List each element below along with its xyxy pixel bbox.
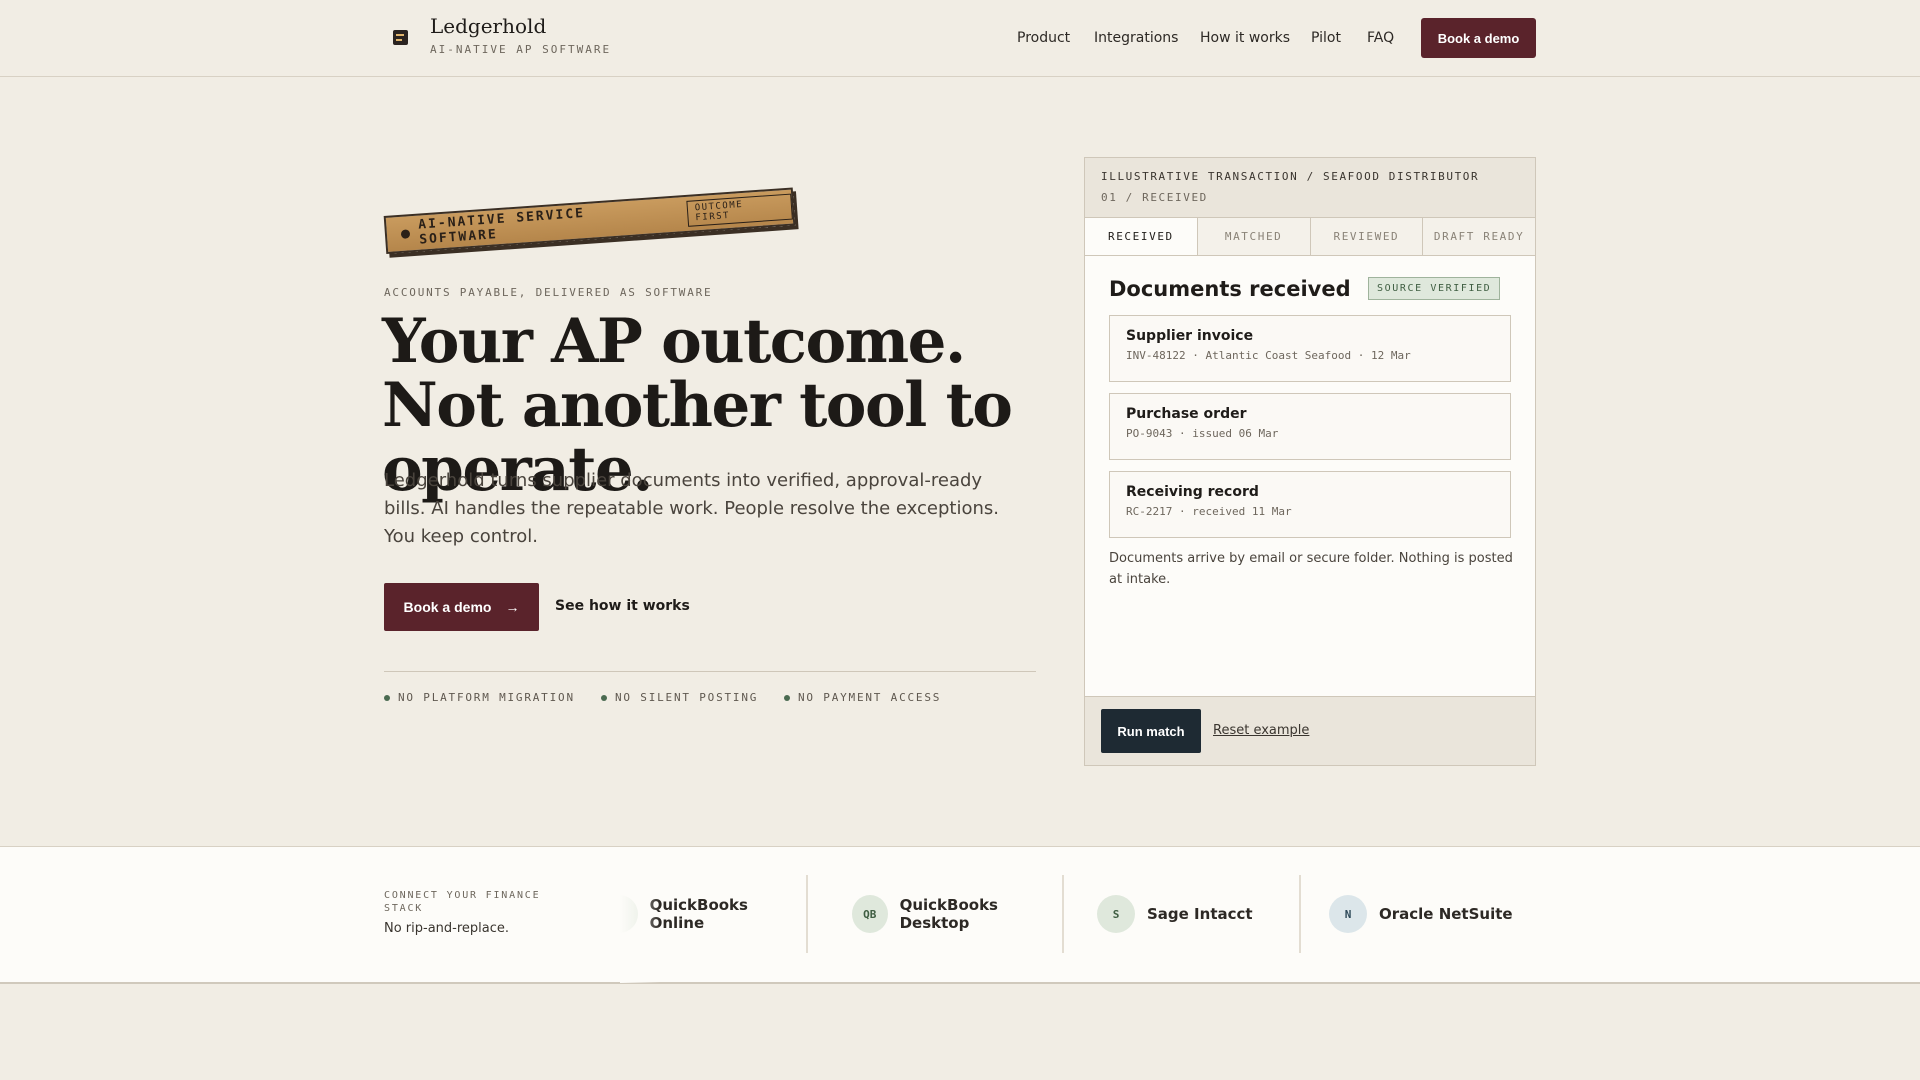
integration-quickbooks-desktop: QB QuickBooks Desktop [832, 875, 1064, 953]
document-item[interactable]: Supplier invoice INV-48122 · Atlantic Co… [1109, 315, 1511, 382]
transaction-card-footer: Run match Reset example [1085, 696, 1535, 765]
document-name: Receiving record [1126, 484, 1259, 500]
transaction-tabs: RECEIVED MATCHED REVIEWED DRAFT READY [1085, 218, 1535, 256]
nav-pilot[interactable]: Pilot [1311, 30, 1341, 46]
assurance-item: NO PAYMENT ACCESS [784, 691, 941, 704]
assurance-text: NO SILENT POSTING [615, 691, 759, 704]
document-name: Supplier invoice [1126, 328, 1254, 344]
marquee-fade [620, 847, 660, 983]
integrations-label: CONNECT YOUR FINANCE STACK [384, 890, 541, 914]
bullet-dot-icon [784, 694, 790, 701]
assurance-item: NO PLATFORM MIGRATION [384, 691, 575, 704]
hero-eyebrow: ACCOUNTS PAYABLE, DELIVERED AS SOFTWARE [384, 286, 713, 299]
tab-reviewed[interactable]: REVIEWED [1310, 218, 1424, 255]
document-item[interactable]: Receiving record RC-2217 · received 11 M… [1109, 471, 1511, 538]
document-meta: RC-2217 · received 11 Mar [1126, 505, 1292, 518]
integrations-sub: No rip-and-replace. [384, 921, 510, 936]
nav-faq[interactable]: FAQ [1367, 30, 1394, 46]
integration-oracle-netsuite: N Oracle NetSuite [1309, 875, 1520, 953]
ledger-logo-icon[interactable] [393, 30, 408, 45]
integration-name: Oracle NetSuite [1379, 905, 1513, 923]
tab-draft-ready[interactable]: DRAFT READY [1423, 218, 1535, 255]
stamp-text: AI-NATIVE SERVICE SOFTWARE [417, 206, 586, 248]
document-meta: PO-9043 · issued 06 Mar [1126, 427, 1279, 440]
assurance-text: NO PAYMENT ACCESS [798, 691, 942, 704]
stamp-dot-icon [400, 228, 411, 239]
service-stamp: AI-NATIVE SERVICE SOFTWARE OUTCOME FIRST [383, 187, 796, 254]
source-verified-badge: SOURCE VERIFIED [1368, 277, 1501, 300]
nav-how-it-works[interactable]: How it works [1200, 30, 1290, 46]
hero-book-demo-label: Book a demo [403, 599, 492, 615]
tab-received[interactable]: RECEIVED [1085, 218, 1198, 255]
transaction-title: ILLUSTRATIVE TRANSACTION / SEAFOOD DISTR… [1101, 170, 1480, 183]
hero-book-demo-button[interactable]: Book a demo → [384, 583, 539, 631]
header-book-demo-button[interactable]: Book a demo [1421, 18, 1536, 58]
sage-intacct-badge-icon: S [1097, 895, 1135, 933]
arrow-right-icon: → [505, 599, 520, 615]
quickbooks-desktop-badge-icon: QB [852, 895, 888, 933]
document-item[interactable]: Purchase order PO-9043 · issued 06 Mar [1109, 393, 1511, 460]
hero-divider [384, 671, 1036, 672]
integration-name: Sage Intacct [1147, 905, 1253, 923]
see-how-it-works-link[interactable]: See how it works [555, 598, 690, 614]
nav-product[interactable]: Product [1017, 30, 1070, 46]
assurance-item: NO SILENT POSTING [601, 691, 758, 704]
brand-tagline: AI-NATIVE AP SOFTWARE [430, 43, 612, 56]
integrations-marquee: QuickBooks Online QB QuickBooks Desktop … [620, 847, 1520, 983]
site-header: Ledgerhold AI-NATIVE AP SOFTWARE Product… [0, 0, 1920, 77]
transaction-step: 01 / RECEIVED [1101, 191, 1208, 204]
bullet-dot-icon [384, 694, 390, 701]
nav-integrations[interactable]: Integrations [1094, 30, 1178, 46]
documents-note: Documents arrive by email or secure fold… [1109, 551, 1513, 587]
transaction-card: ILLUSTRATIVE TRANSACTION / SEAFOOD DISTR… [1084, 157, 1536, 766]
brand-name[interactable]: Ledgerhold [430, 14, 546, 38]
integration-name: QuickBooks Desktop [899, 896, 998, 932]
document-name: Purchase order [1126, 406, 1247, 422]
reset-example-link[interactable]: Reset example [1213, 723, 1309, 738]
oracle-netsuite-badge-icon: N [1329, 895, 1367, 933]
document-meta: INV-48122 · Atlantic Coast Seafood · 12 … [1126, 349, 1411, 362]
integrations-strip: CONNECT YOUR FINANCE STACK No rip-and-re… [0, 846, 1920, 984]
run-match-button[interactable]: Run match [1101, 709, 1201, 753]
tab-matched[interactable]: MATCHED [1197, 218, 1311, 255]
documents-title: Documents received [1109, 277, 1351, 301]
hero-lede: Ledgerhold turns supplier documents into… [384, 470, 999, 547]
integration-sage-intacct: S Sage Intacct [1077, 875, 1301, 953]
assurance-text: NO PLATFORM MIGRATION [398, 691, 575, 704]
stamp-badge: OUTCOME FIRST [686, 193, 793, 227]
transaction-card-header: ILLUSTRATIVE TRANSACTION / SEAFOOD DISTR… [1085, 158, 1535, 218]
bullet-dot-icon [601, 694, 607, 701]
integration-name: QuickBooks Online [649, 896, 748, 932]
